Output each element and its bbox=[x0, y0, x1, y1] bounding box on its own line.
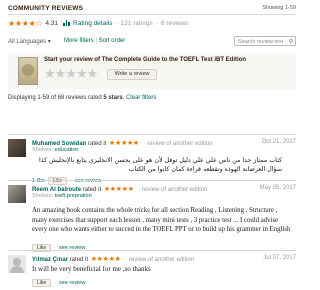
avatar[interactable] bbox=[8, 255, 26, 273]
review-text: It will be very beneficial for me ,so th… bbox=[32, 265, 151, 273]
rated-text: rated it bbox=[69, 257, 89, 263]
reviews-count: 6 reviews bbox=[160, 19, 189, 27]
sort-order-link[interactable]: Sort order bbox=[99, 38, 126, 44]
language-select[interactable]: All Languages ▾ bbox=[8, 38, 51, 45]
search-placeholder: Search review text bbox=[238, 38, 284, 45]
average-rating: 4.31 bbox=[45, 19, 59, 27]
review-item: Muhamed Sowidan rated it ★★★★★ · review … bbox=[8, 134, 296, 185]
rating-summary: ★★★★☆ 4.31 Rating details · 121 ratings … bbox=[8, 18, 188, 28]
clear-filters-link[interactable]: Clear filters bbox=[126, 95, 156, 101]
displaying-summary: Displaying 1-59 of 68 reviews rated 5 st… bbox=[8, 95, 156, 101]
showing-count: Showing 1-59 bbox=[262, 5, 296, 11]
shelf-link[interactable]: education bbox=[55, 147, 79, 153]
prompt-prefix: Start your review of bbox=[44, 57, 102, 63]
write-review-button[interactable]: Write a review bbox=[107, 69, 157, 80]
search-icon[interactable]: ⚲ bbox=[289, 38, 293, 45]
rating-details-link[interactable]: Rating details bbox=[73, 20, 112, 27]
search-review-input[interactable]: Search review text ⚲ bbox=[234, 36, 296, 46]
start-review-prompt: Start your review of The Complete Guide … bbox=[44, 57, 246, 63]
review-stars: ★★★★★ bbox=[109, 140, 139, 147]
rate-stars-input[interactable]: ★★★★★ bbox=[44, 66, 98, 82]
shelves: Shelves: education bbox=[32, 147, 79, 153]
ratings-count: 121 ratings bbox=[120, 19, 153, 27]
filter-bar: All Languages ▾ More filters | Sort orde… bbox=[8, 36, 296, 48]
separator: · bbox=[115, 19, 118, 27]
like-button[interactable]: Like bbox=[32, 279, 52, 287]
bar-chart-icon[interactable] bbox=[63, 20, 70, 26]
see-review-link[interactable]: see review bbox=[59, 280, 85, 286]
reviewer-name-link[interactable]: Yılmaz Çınar bbox=[32, 257, 68, 263]
rating-filter-label: 5 stars bbox=[103, 95, 123, 101]
book-title-link[interactable]: The Complete Guide to the TOEFL Test iBT… bbox=[102, 57, 246, 63]
shelves: Shelves: toefl-prepration bbox=[32, 193, 92, 199]
shelves-label: Shelves: bbox=[32, 193, 54, 199]
action-separator: · bbox=[54, 280, 57, 286]
book-cover-image[interactable] bbox=[18, 57, 38, 85]
displaying-text: Displaying 1-59 of 68 reviews rated bbox=[8, 95, 104, 101]
shelf-link[interactable]: toefl-prepration bbox=[55, 193, 92, 199]
rated-text: rated it bbox=[88, 141, 107, 147]
section-title: COMMUNITY REVIEWS bbox=[8, 5, 84, 12]
avatar[interactable] bbox=[8, 185, 26, 203]
review-item: Yılmaz Çınar rated it ★★★★★ · review of … bbox=[8, 250, 296, 290]
start-review-box: Start your review of The Complete Guide … bbox=[8, 53, 296, 89]
review-stars: ★★★★★ bbox=[90, 256, 121, 263]
review-item: Reem Al bairoute rated it ★★★★★ · review… bbox=[8, 180, 296, 252]
filter-links: More filters | Sort order bbox=[64, 38, 125, 44]
review-stars: ★★★★★ bbox=[103, 186, 134, 193]
avatar[interactable] bbox=[8, 139, 26, 157]
other-edition-note: · review of another edition bbox=[138, 187, 208, 193]
separator: · bbox=[155, 19, 158, 27]
community-reviews-header: COMMUNITY REVIEWS Showing 1-59 bbox=[8, 4, 296, 15]
shelves-label: Shelves: bbox=[32, 147, 54, 153]
more-filters-link[interactable]: More filters bbox=[64, 38, 94, 44]
other-edition-note: · review of another edition bbox=[125, 257, 195, 263]
review-header: Reem Al bairoute rated it ★★★★★ · review… bbox=[32, 185, 207, 193]
review-date-link[interactable]: May 05, 2017 bbox=[260, 185, 296, 191]
average-stars: ★★★★☆ bbox=[8, 18, 43, 28]
other-edition-note: · review of another edition bbox=[143, 141, 213, 147]
review-header: Muhamed Sowidan rated it ★★★★★ · review … bbox=[32, 139, 213, 147]
review-text: An amazing book contains the whole trick… bbox=[32, 207, 291, 233]
review-actions: Like · see review bbox=[32, 279, 85, 287]
review-date-link[interactable]: Oct 21, 2017 bbox=[262, 139, 296, 145]
review-text: كتاب ممتاز جدا من ناس علي علي دليل توفل … bbox=[39, 157, 282, 173]
review-date-link[interactable]: Jul 07, 2017 bbox=[263, 255, 296, 261]
review-header: Yılmaz Çınar rated it ★★★★★ · review of … bbox=[32, 255, 194, 263]
